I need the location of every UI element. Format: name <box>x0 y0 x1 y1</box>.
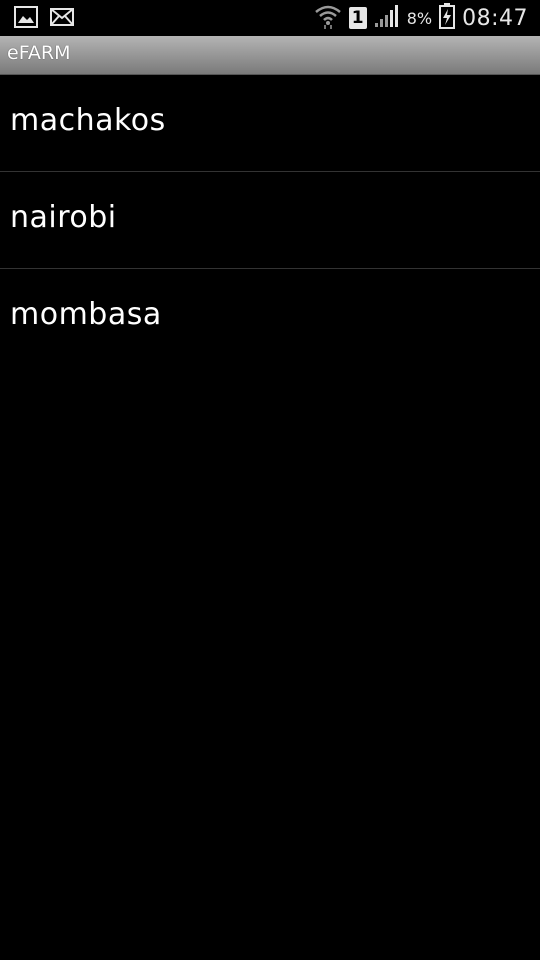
app-title: eFARM <box>7 42 71 64</box>
system-status-icons: 1 8% 08:47 <box>314 3 528 33</box>
list-item-label: mombasa <box>10 297 162 332</box>
list-item-mombasa[interactable]: mombasa <box>0 269 540 365</box>
list-item-label: nairobi <box>10 200 117 235</box>
list-item-machakos[interactable]: machakos <box>0 75 540 172</box>
mail-icon <box>50 8 74 30</box>
gallery-icon <box>14 6 38 32</box>
list-item-label: machakos <box>10 103 166 138</box>
sim-icon: 1 <box>348 7 367 29</box>
status-bar: 1 8% 08:47 <box>0 0 540 36</box>
clock: 08:47 <box>462 5 528 31</box>
wifi-icon <box>314 3 342 33</box>
signal-icon <box>374 4 400 32</box>
app-title-bar: eFARM <box>0 36 540 75</box>
notification-icons <box>14 6 74 32</box>
list-item-nairobi[interactable]: nairobi <box>0 172 540 269</box>
county-list: machakos nairobi mombasa <box>0 75 540 365</box>
battery-icon <box>439 3 456 33</box>
battery-percent: 8% <box>406 8 433 28</box>
